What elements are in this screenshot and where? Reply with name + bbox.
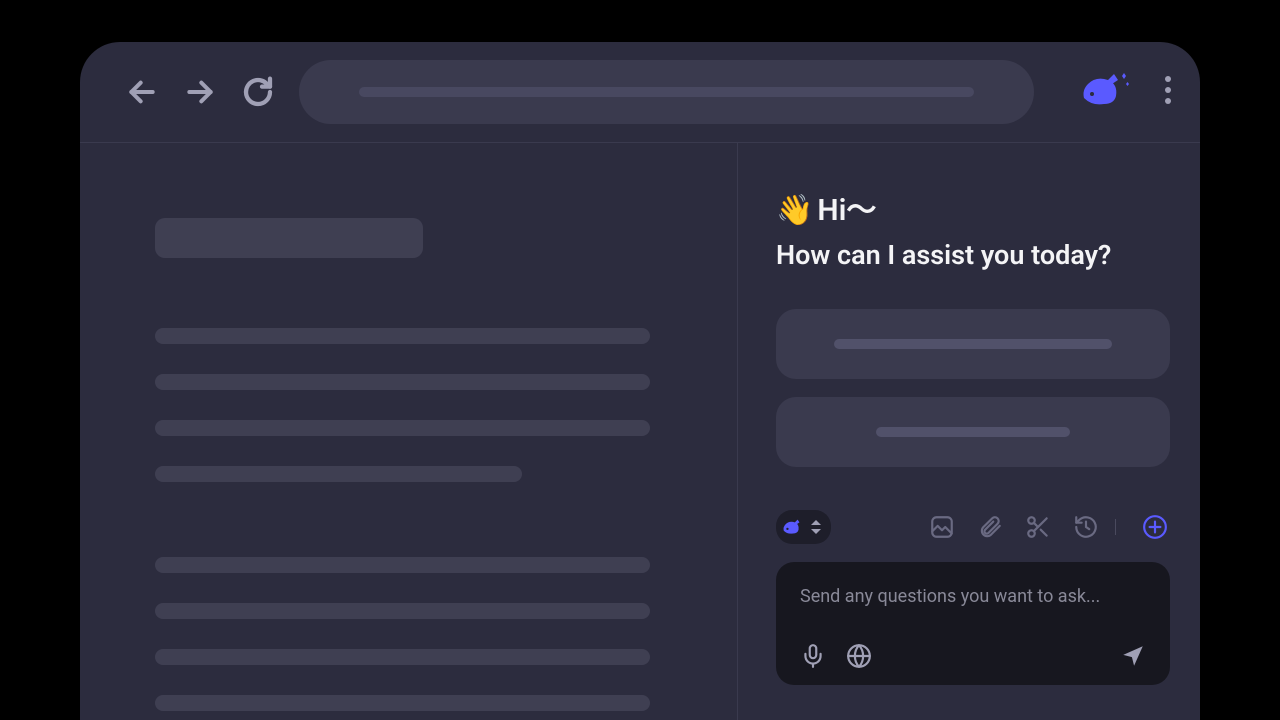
suggestion-placeholder: [834, 339, 1112, 349]
greeting-text: Hi～: [817, 193, 876, 228]
skeleton-line: [155, 603, 650, 619]
menu-dots-icon: [1164, 74, 1172, 106]
wave-emoji: 👋: [776, 193, 813, 228]
greeting: 👋Hi～: [776, 185, 1170, 229]
skeleton-line: [155, 328, 650, 344]
new-chat-icon: [1142, 514, 1168, 540]
top-toolbar: [80, 42, 1200, 142]
reload-button[interactable]: [241, 75, 275, 109]
menu-button[interactable]: [1164, 74, 1172, 110]
subtitle: How can I assist you today?: [776, 239, 1170, 271]
reload-icon: [242, 76, 274, 108]
send-button[interactable]: [1120, 643, 1146, 669]
input-placeholder: Send any questions you want to ask...: [800, 586, 1146, 607]
skeleton-line: [155, 374, 650, 390]
browser-window: 👋Hi～ How can I assist you today?: [80, 42, 1200, 720]
suggestion-placeholder: [876, 427, 1071, 437]
skeleton-line: [155, 695, 650, 711]
send-icon: [1120, 643, 1146, 669]
tool-row: [776, 510, 1170, 544]
assistant-panel: 👋Hi～ How can I assist you today?: [738, 143, 1200, 720]
mic-button[interactable]: [800, 643, 826, 669]
attach-icon: [977, 514, 1003, 540]
mic-icon: [800, 643, 826, 669]
url-placeholder: [359, 87, 974, 97]
whale-icon: [1078, 70, 1130, 110]
page-content: [80, 143, 738, 720]
history-button[interactable]: [1071, 512, 1101, 542]
forward-button[interactable]: [183, 75, 217, 109]
address-bar[interactable]: [299, 60, 1034, 124]
content-area: 👋Hi～ How can I assist you today?: [80, 142, 1200, 720]
scissors-icon: [1025, 514, 1051, 540]
suggestion-card[interactable]: [776, 309, 1170, 379]
image-icon: [929, 514, 955, 540]
back-icon: [126, 76, 158, 108]
image-button[interactable]: [927, 512, 957, 542]
new-chat-button[interactable]: [1140, 512, 1170, 542]
skeleton-line: [155, 420, 650, 436]
back-button[interactable]: [125, 75, 159, 109]
attach-button[interactable]: [975, 512, 1005, 542]
skeleton-line: [155, 466, 522, 482]
divider: [1115, 519, 1116, 535]
model-selector[interactable]: [776, 510, 831, 544]
history-icon: [1073, 514, 1099, 540]
forward-icon: [184, 76, 216, 108]
skeleton-line: [155, 649, 650, 665]
extension-button[interactable]: [1078, 70, 1130, 114]
chat-input[interactable]: Send any questions you want to ask...: [776, 562, 1170, 685]
suggestion-card[interactable]: [776, 397, 1170, 467]
globe-button[interactable]: [846, 643, 872, 669]
globe-icon: [846, 643, 872, 669]
whale-icon: [781, 515, 805, 539]
sort-icon: [811, 520, 821, 534]
snip-button[interactable]: [1023, 512, 1053, 542]
skeleton-title: [155, 218, 423, 258]
input-controls: [800, 643, 1146, 669]
skeleton-line: [155, 557, 650, 573]
